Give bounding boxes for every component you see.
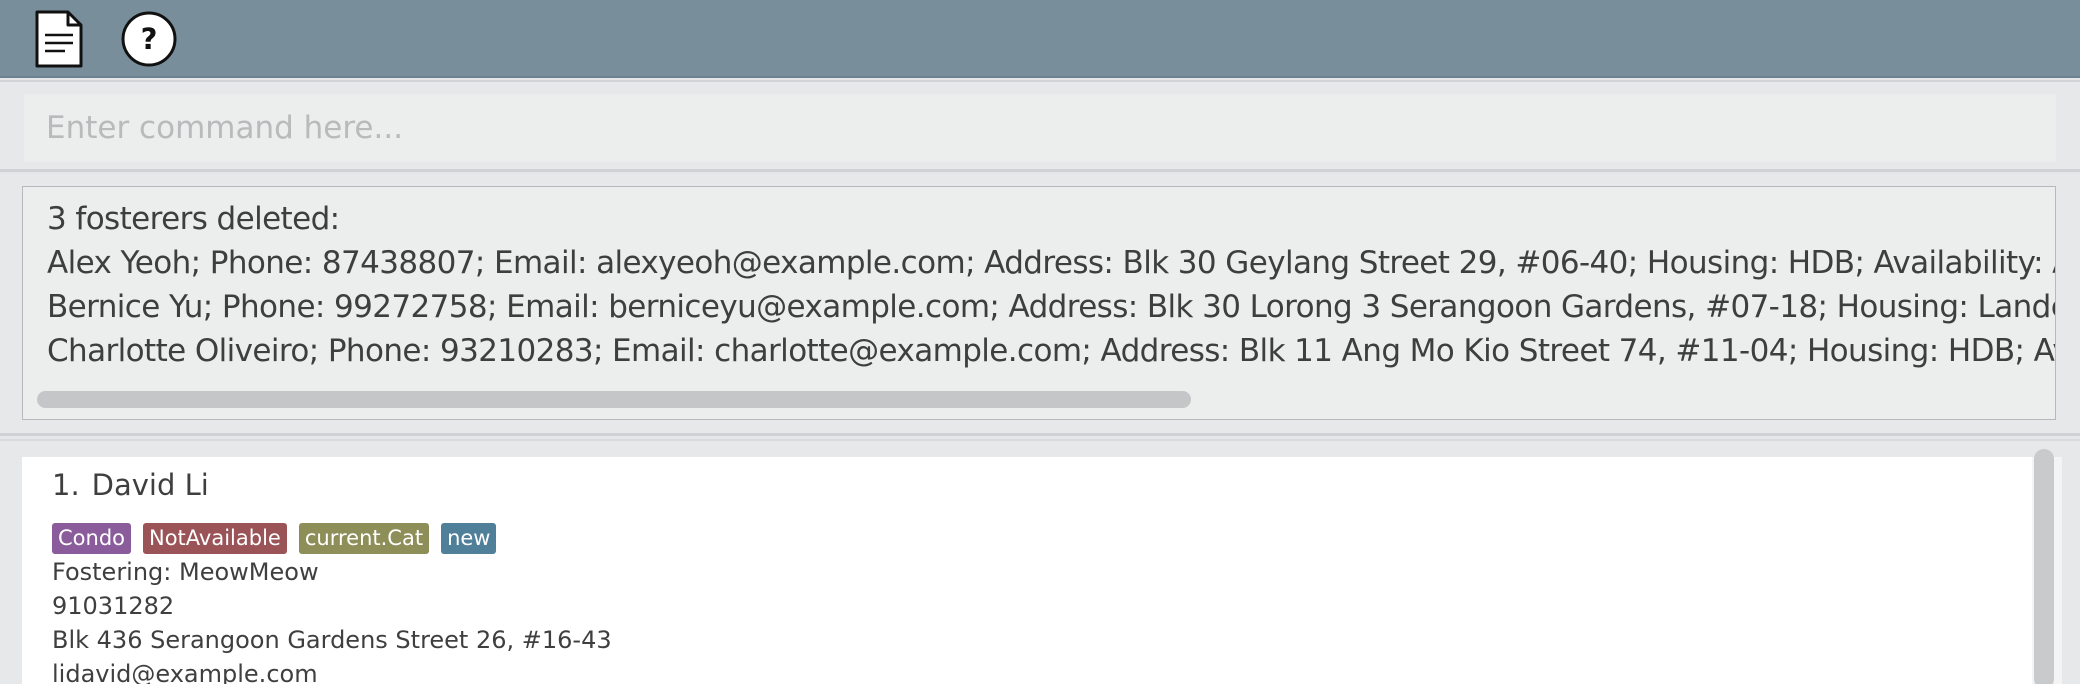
- command-box-panel: [0, 80, 2080, 172]
- person-list[interactable]: 1. David Li Condo NotAvailable current.Cat n…: [22, 457, 2062, 684]
- tag-availability: NotAvailable: [143, 523, 287, 554]
- list-scrollbar-thumb[interactable]: [2034, 449, 2054, 684]
- tag-housing: Condo: [52, 523, 131, 554]
- toolbar: ?: [0, 0, 2080, 78]
- result-message: 3 fosterers deleted:: [47, 201, 340, 237]
- person-list-panel: 1. David Li Condo NotAvailable current.Cat n…: [0, 439, 2080, 684]
- person-card-header: 1. David Li: [52, 467, 209, 503]
- result-line: Bernice Yu; Phone: 99272758; Email: bern…: [47, 289, 2056, 325]
- document-icon: [35, 10, 83, 68]
- tag-custom: new: [441, 523, 497, 554]
- person-name: David Li: [91, 468, 209, 502]
- person-fostering: Fostering: MeowMeow: [52, 558, 319, 586]
- result-line: Charlotte Oliveiro; Phone: 93210283; Ema…: [47, 333, 2056, 369]
- help-glyph: ?: [141, 22, 158, 56]
- person-phone: 91031282: [52, 592, 175, 620]
- result-display[interactable]: 3 fosterers deleted: Alex Yeoh; Phone: 8…: [22, 186, 2056, 420]
- tag-list: Condo NotAvailable current.Cat new: [52, 523, 508, 554]
- result-horizontal-scrollbar[interactable]: [37, 391, 1191, 408]
- command-input[interactable]: [24, 94, 2056, 162]
- help-icon: ?: [121, 11, 177, 67]
- file-menu-button[interactable]: [28, 8, 90, 70]
- result-line: Alex Yeoh; Phone: 87438807; Email: alexy…: [47, 245, 2056, 281]
- result-display-panel: 3 fosterers deleted: Alex Yeoh; Phone: 8…: [0, 174, 2080, 436]
- tag-animal: current.Cat: [298, 523, 430, 554]
- help-button[interactable]: ?: [118, 8, 180, 70]
- person-email: lidavid@example.com: [52, 660, 318, 684]
- app-window: ? 3 fosterers deleted: Alex Yeoh; Phone:…: [0, 0, 2080, 684]
- person-address: Blk 436 Serangoon Gardens Street 26, #16…: [52, 626, 612, 654]
- person-index: 1.: [52, 468, 80, 502]
- person-card[interactable]: 1. David Li Condo NotAvailable current.Cat n…: [22, 457, 2032, 684]
- result-text: 3 fosterers deleted: Alex Yeoh; Phone: 8…: [47, 197, 2056, 373]
